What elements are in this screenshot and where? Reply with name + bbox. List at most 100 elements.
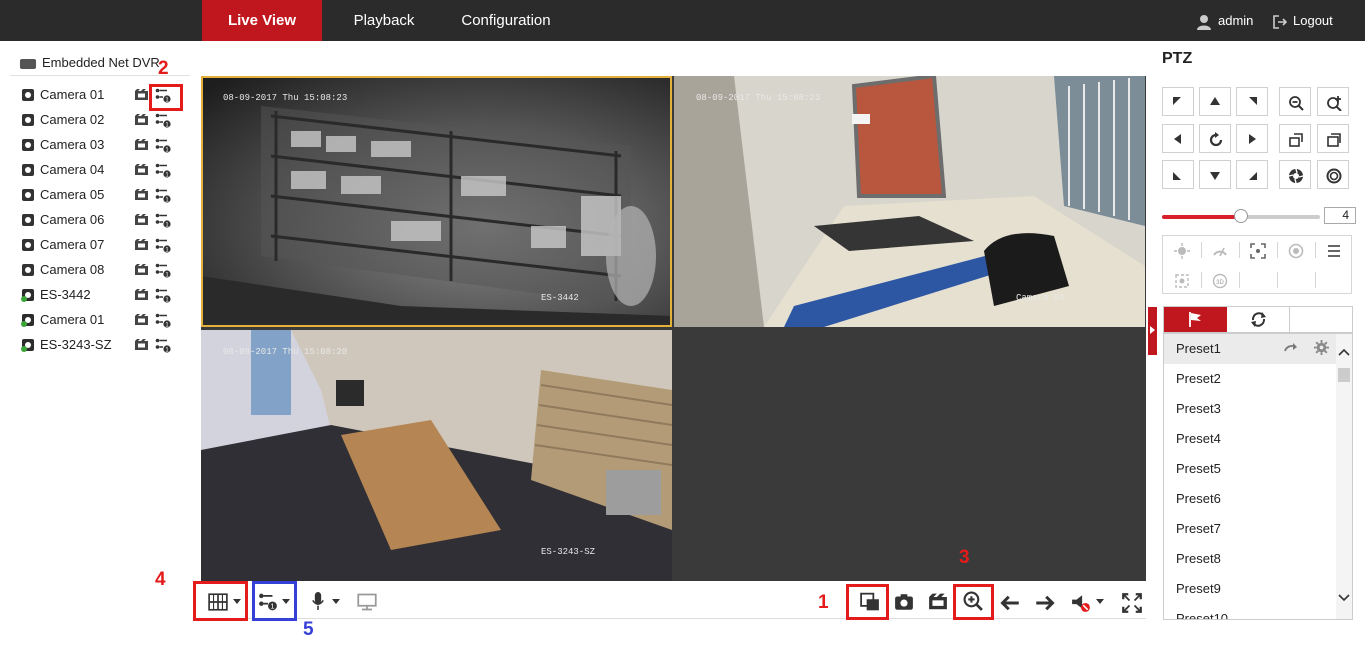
record-icon[interactable]	[135, 139, 148, 150]
user-menu[interactable]: admin	[1196, 0, 1253, 41]
focus-near-button[interactable]	[1279, 124, 1311, 153]
preset-item[interactable]: Preset10	[1164, 604, 1336, 619]
record-icon[interactable]	[135, 89, 148, 100]
ptz-up-button[interactable]	[1199, 87, 1231, 116]
preset-item[interactable]: Preset1	[1164, 334, 1336, 364]
logout-link[interactable]: Logout	[1273, 0, 1333, 41]
scroll-up-icon[interactable]	[1338, 348, 1350, 356]
scroll-thumb[interactable]	[1338, 368, 1350, 382]
record-icon[interactable]	[135, 339, 148, 350]
ptz-right-button[interactable]	[1236, 124, 1268, 153]
preset-item[interactable]: Preset9	[1164, 574, 1336, 604]
preset-scrollbar[interactable]	[1336, 334, 1352, 619]
zoom-out-button[interactable]	[1279, 87, 1311, 116]
ptz-down-right-button[interactable]	[1236, 160, 1268, 189]
manual-tracking-button[interactable]	[1163, 266, 1201, 294]
preset-item[interactable]: Preset2	[1164, 364, 1336, 394]
more-settings-button[interactable]	[1315, 236, 1353, 264]
preset-settings-gear-icon[interactable]	[1314, 340, 1329, 355]
camera-row[interactable]: Camera 07 1	[22, 236, 182, 254]
scroll-down-icon[interactable]	[1338, 594, 1350, 602]
video-pane-2[interactable]: 08-09-2017 Thu 15:08:23 Camera 01	[674, 76, 1145, 327]
video-grid[interactable]: 08-09-2017 Thu 15:08:23 ES-3442 08-09-20…	[201, 76, 1146, 581]
camera-row[interactable]: Camera 01 1	[21, 311, 182, 329]
record-icon[interactable]	[135, 114, 148, 125]
capture-camera-icon[interactable]	[894, 592, 914, 612]
panel-collapse-handle[interactable]	[1148, 307, 1157, 355]
camera-row[interactable]: Camera 02 1	[22, 111, 182, 129]
record-icon[interactable]	[135, 214, 148, 225]
device-tree-root[interactable]: Embedded Net DVR	[20, 55, 160, 71]
focus-far-button[interactable]	[1317, 124, 1349, 153]
stream-type-icon[interactable]: 1	[155, 138, 171, 153]
ptz-speed-value: 4	[1324, 207, 1356, 224]
e-zoom-disabled-icon[interactable]	[357, 592, 377, 612]
camera-row[interactable]: Camera 04 1	[22, 161, 182, 179]
fullscreen-icon[interactable]	[1122, 593, 1142, 613]
audio-dropdown-caret[interactable]	[332, 599, 340, 604]
tab-live-view[interactable]: Live View	[202, 0, 322, 41]
stream-type-icon[interactable]: 1	[155, 213, 171, 228]
tab-preset[interactable]	[1164, 307, 1227, 332]
tab-patrol[interactable]	[1227, 307, 1290, 332]
volume-dropdown-caret[interactable]	[1096, 599, 1104, 604]
lens-init-button[interactable]	[1277, 236, 1315, 264]
volume-mute-icon[interactable]	[1071, 593, 1091, 613]
video-pane-3[interactable]: 08-09-2017 Thu 15:08:20 ES-3243-SZ	[201, 330, 672, 581]
microphone-icon[interactable]	[308, 591, 328, 611]
camera-row[interactable]: ES-3243-SZ 1	[21, 336, 182, 354]
marker-3: 3	[959, 547, 970, 568]
zoom-in-button[interactable]	[1317, 87, 1349, 116]
preset-item[interactable]: Preset7	[1164, 514, 1336, 544]
camera-row[interactable]: Camera 08 1	[22, 261, 182, 279]
record-icon[interactable]	[135, 189, 148, 200]
ptz-up-left-button[interactable]	[1162, 87, 1194, 116]
ptz-up-right-button[interactable]	[1236, 87, 1268, 116]
video-pane-4-empty[interactable]	[674, 330, 1145, 581]
ptz-speed-handle[interactable]	[1234, 209, 1248, 223]
iris-open-icon	[1288, 168, 1304, 184]
light-button[interactable]	[1163, 236, 1201, 264]
camera-row[interactable]: ES-3442 1	[21, 286, 182, 304]
tab-configuration[interactable]: Configuration	[452, 0, 560, 41]
preset-item[interactable]: Preset3	[1164, 394, 1336, 424]
iris-open-button[interactable]	[1279, 160, 1311, 189]
record-clip-icon[interactable]	[928, 592, 948, 612]
record-icon[interactable]	[135, 239, 148, 250]
ptz-auto-scan-button[interactable]	[1199, 124, 1231, 153]
iris-close-button[interactable]	[1317, 160, 1349, 189]
auxiliary-focus-button[interactable]	[1239, 236, 1277, 264]
ptz-left-button[interactable]	[1162, 124, 1194, 153]
3d-positioning-button[interactable]: 3D	[1201, 266, 1239, 294]
next-page-icon[interactable]	[1035, 593, 1055, 613]
tab-playback[interactable]: Playback	[340, 0, 428, 41]
stream-type-icon[interactable]: 1	[155, 238, 171, 253]
wiper-button[interactable]	[1201, 236, 1239, 264]
record-icon[interactable]	[135, 164, 148, 175]
stream-type-icon[interactable]: 1	[155, 163, 171, 178]
aux-focus-icon	[1250, 243, 1266, 259]
tab-pattern[interactable]	[1290, 307, 1353, 332]
preset-item[interactable]: Preset4	[1164, 424, 1336, 454]
previous-page-icon[interactable]	[1000, 593, 1020, 613]
stream-type-icon[interactable]: 1	[155, 338, 171, 353]
video-pane-1[interactable]: 08-09-2017 Thu 15:08:23 ES-3442	[201, 76, 672, 327]
camera-row[interactable]: Camera 03 1	[22, 136, 182, 154]
stream-type-icon[interactable]: 1	[155, 288, 171, 303]
ptz-speed-slider[interactable]	[1162, 209, 1320, 223]
stream-type-icon[interactable]: 1	[155, 313, 171, 328]
preset-item[interactable]: Preset6	[1164, 484, 1336, 514]
ptz-down-left-button[interactable]	[1162, 160, 1194, 189]
call-preset-icon[interactable]	[1284, 342, 1298, 354]
ptz-down-button[interactable]	[1199, 160, 1231, 189]
preset-item[interactable]: Preset8	[1164, 544, 1336, 574]
camera-row[interactable]: Camera 06 1	[22, 211, 182, 229]
record-icon[interactable]	[135, 314, 148, 325]
stream-type-icon[interactable]: 1	[155, 263, 171, 278]
record-icon[interactable]	[135, 264, 148, 275]
stream-type-icon[interactable]: 1	[155, 188, 171, 203]
stream-type-icon[interactable]: 1	[155, 113, 171, 128]
preset-item[interactable]: Preset5	[1164, 454, 1336, 484]
camera-row[interactable]: Camera 05 1	[22, 186, 182, 204]
record-icon[interactable]	[135, 289, 148, 300]
